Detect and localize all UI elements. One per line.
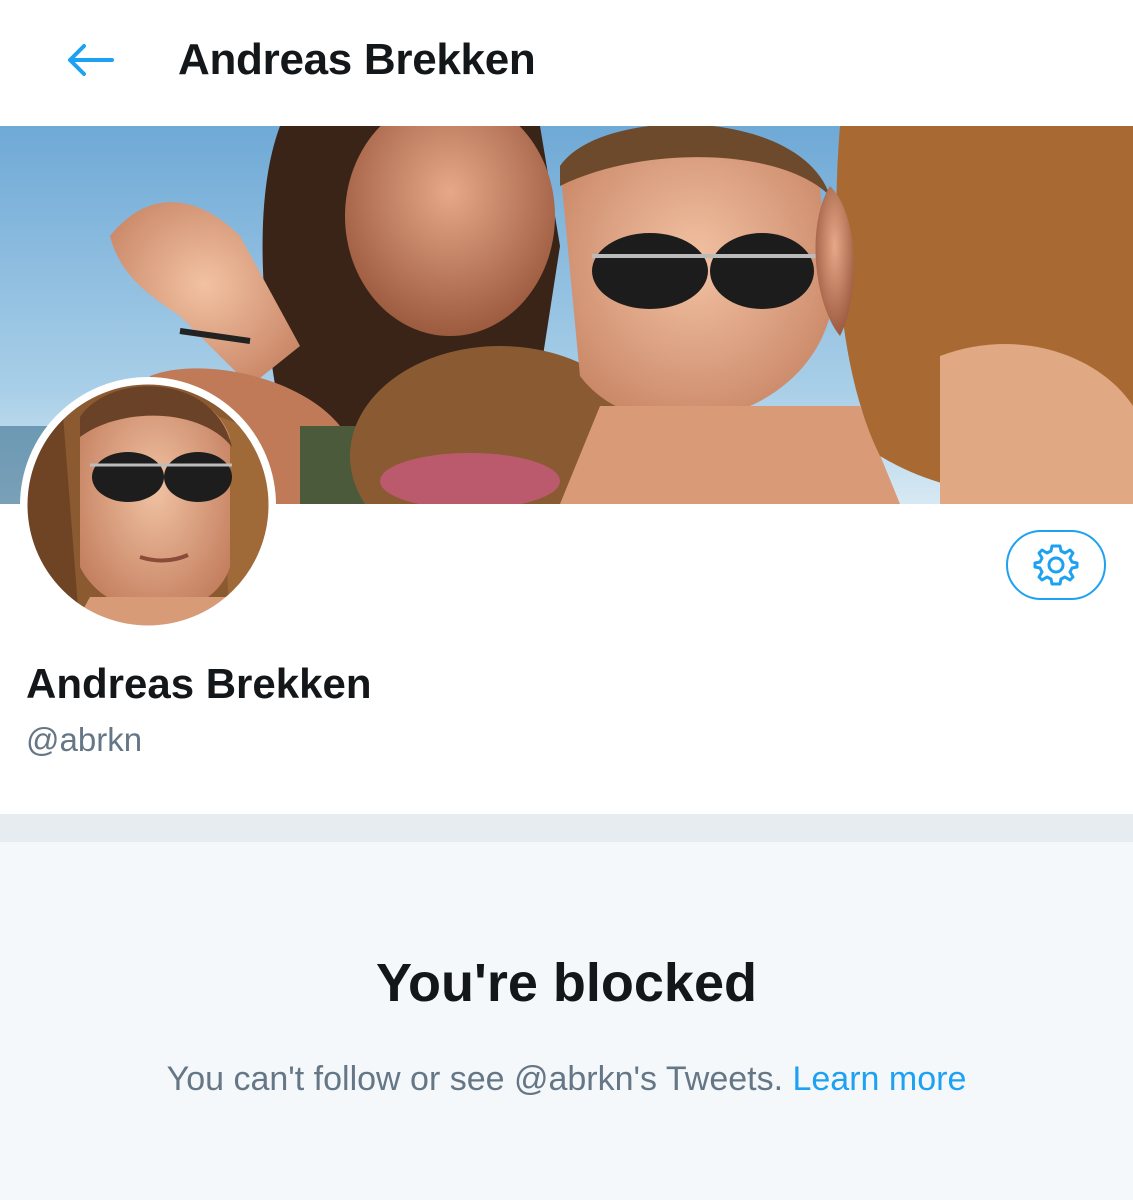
profile-settings-button[interactable] bbox=[1006, 530, 1106, 600]
blocked-notice-panel bbox=[0, 842, 1133, 1200]
blocked-message-text: You can't follow or see @abrkn's Tweets. bbox=[166, 1060, 784, 1098]
profile-display-name: Andreas Brekken bbox=[26, 660, 372, 707]
profile-handle: @abrkn bbox=[26, 721, 143, 758]
gear-icon bbox=[1033, 544, 1079, 586]
top-navigation-bar: Andreas Brekken bbox=[0, 0, 1133, 126]
arrow-left-icon bbox=[68, 44, 114, 76]
page-title: Andreas Brekken bbox=[178, 35, 536, 84]
section-divider bbox=[0, 814, 1133, 842]
back-button[interactable] bbox=[58, 32, 122, 88]
blocked-title: You're blocked bbox=[376, 953, 757, 1013]
profile-avatar[interactable] bbox=[20, 377, 276, 633]
learn-more-link[interactable]: Learn more bbox=[792, 1060, 966, 1098]
blocked-message: You can't follow or see @abrkn's Tweets.… bbox=[0, 1056, 1133, 1102]
avatar-photo bbox=[22, 379, 274, 631]
